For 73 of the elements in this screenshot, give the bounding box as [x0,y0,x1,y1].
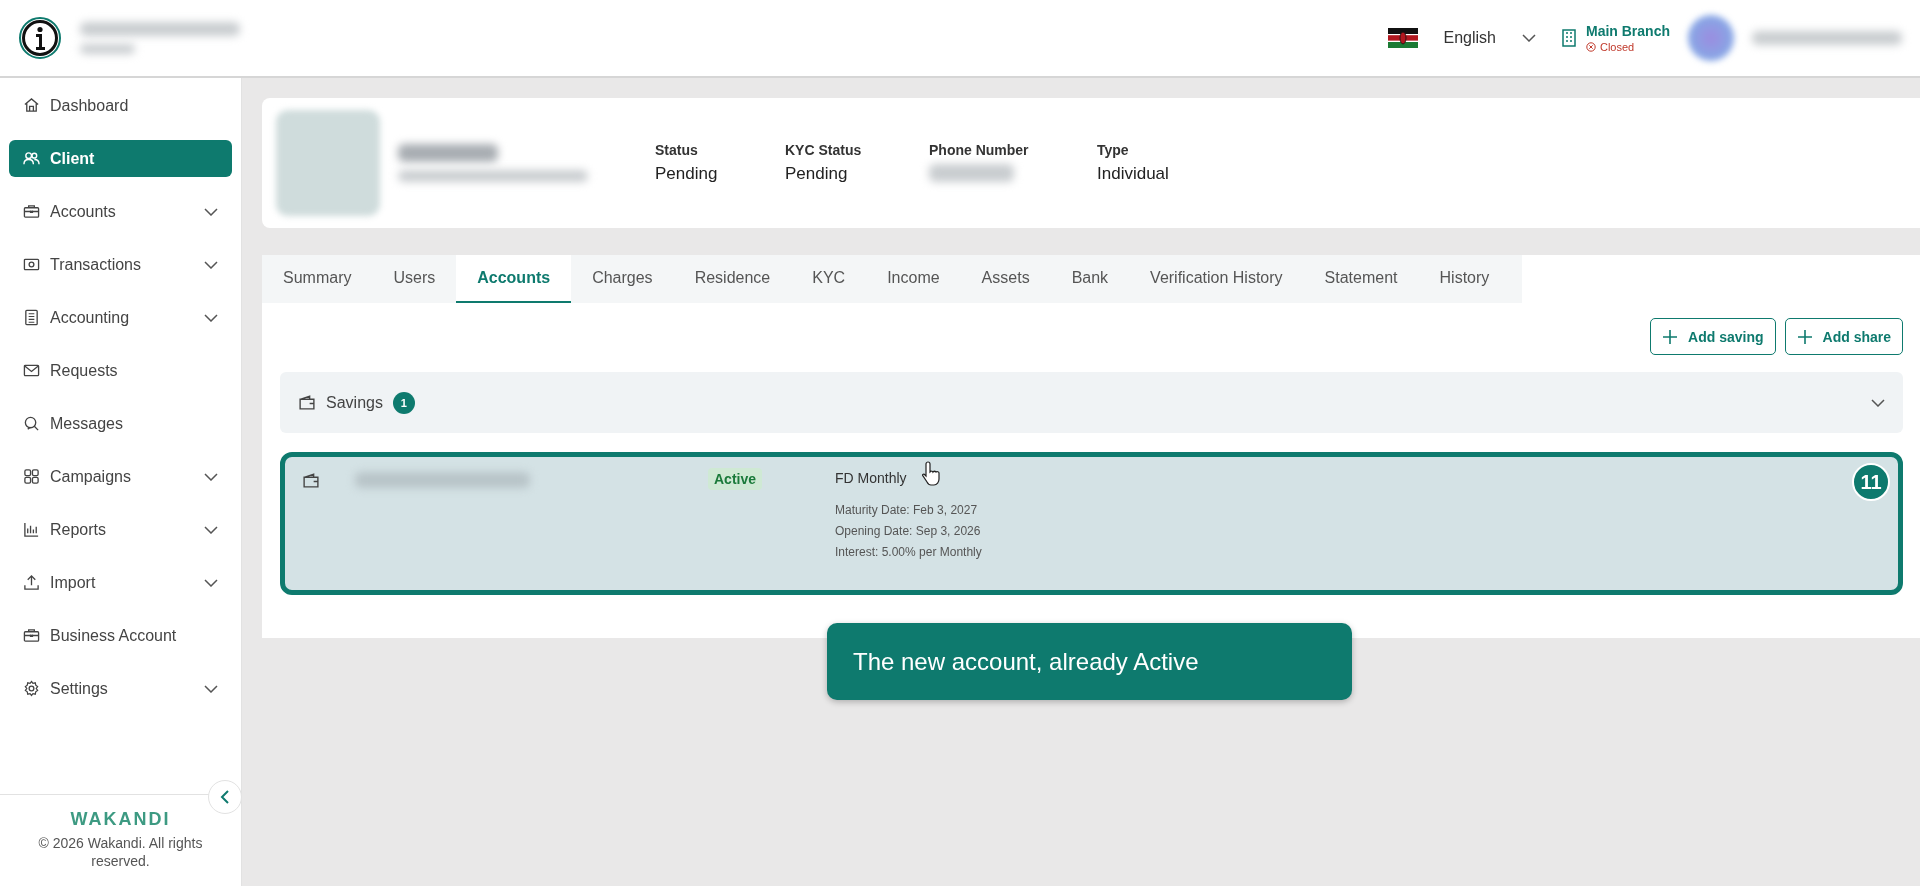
account-card[interactable]: Active FD Monthly Maturity Date: Feb 3, 2027 Opening Date: Sep 3, 2026 Interest: 5.00% per Monthly 11 [280,452,1903,595]
sidebar-item[interactable]: Client [9,140,232,177]
tab[interactable]: KYC [791,255,867,303]
sidebar-item[interactable]: Requests [9,352,232,389]
tab[interactable]: History [1418,255,1511,303]
field-value: Individual [1097,164,1169,184]
info-logo-icon [18,16,62,60]
branch-status: Closed [1600,41,1635,53]
tooltip-callout: The new account, already Active [827,623,1352,700]
flag-icon [1387,28,1418,48]
step-number-badge: 11 [1852,463,1890,501]
field-label: Status [655,142,699,158]
grid-icon [23,468,40,485]
envelope-icon [23,362,40,379]
sidebar-item[interactable]: Import [9,564,232,601]
account-detail: Interest: 5.00% per Monthly [835,544,982,561]
tab[interactable]: Charges [571,255,674,303]
plus-icon [1662,328,1679,345]
branch-name[interactable]: Main Branch [1586,23,1670,39]
chevron-left-icon [220,790,230,804]
tab[interactable]: Assets [960,255,1051,303]
closed-status-icon [1586,42,1596,52]
field-label: KYC Status [785,142,863,158]
wallet-icon [298,393,316,412]
field-value: Pending [655,164,719,184]
user-avatar[interactable] [1688,15,1734,61]
tab[interactable]: Bank [1050,255,1130,303]
account-detail: Maturity Date: Feb 3, 2027 [835,502,978,519]
field-label: Type [1097,142,1130,158]
savings-section-header[interactable]: Savings 1 [280,372,1903,433]
briefcase-icon [23,627,40,644]
add-button[interactable]: Add share [1784,318,1903,355]
field-value: Pending [785,164,849,184]
wallet-icon [302,472,320,490]
home-icon [23,97,40,114]
tab[interactable]: Residence [673,255,792,303]
tab[interactable]: Summary [262,255,373,303]
sidebar-item[interactable]: Accounts [9,193,232,230]
sidebar-item[interactable]: Accounting [9,299,232,336]
sidebar-item[interactable]: Settings [9,670,232,707]
users-icon [23,150,40,167]
brand-logo-text: WAKANDI [69,808,172,830]
tab[interactable]: Verification History [1129,255,1304,303]
briefcase-icon [23,203,40,220]
settings-icon [23,680,40,697]
tab[interactable]: Accounts [456,255,572,303]
bar-chart-icon [23,521,40,538]
collapse-sidebar-button[interactable] [208,780,242,814]
add-button[interactable]: Add saving [1650,318,1776,355]
product-name: FD Monthly [835,470,907,486]
document-icon [23,309,40,326]
plus-icon [1796,328,1813,345]
sidebar-item[interactable]: Reports [9,511,232,548]
sidebar-item[interactable]: Messages [9,405,232,442]
copyright-text: © 2026 Wakandi. All rights reserved. [37,833,204,870]
upload-icon [23,574,40,591]
tab[interactable]: Users [372,255,457,303]
status-badge: Active [708,468,763,490]
hand-pointer-icon [922,460,942,486]
account-detail: Opening Date: Sep 3, 2026 [835,523,981,540]
sidebar-item[interactable]: Dashboard [9,87,232,124]
sidebar-item[interactable]: Campaigns [9,458,232,495]
language-dropdown[interactable]: English [1435,23,1544,53]
banknote-icon [23,256,40,273]
blurred-organization-subtitle [80,44,135,54]
count-badge: 1 [392,391,415,414]
tab[interactable]: Income [866,255,961,303]
chevron-down-icon [1522,34,1536,42]
tab[interactable]: Statement [1303,255,1419,303]
sidebar-item[interactable]: Transactions [9,246,232,283]
field-label: Phone Number [929,142,1030,158]
sidebar-item[interactable]: Business Account [9,617,232,654]
building-icon [1562,29,1576,47]
